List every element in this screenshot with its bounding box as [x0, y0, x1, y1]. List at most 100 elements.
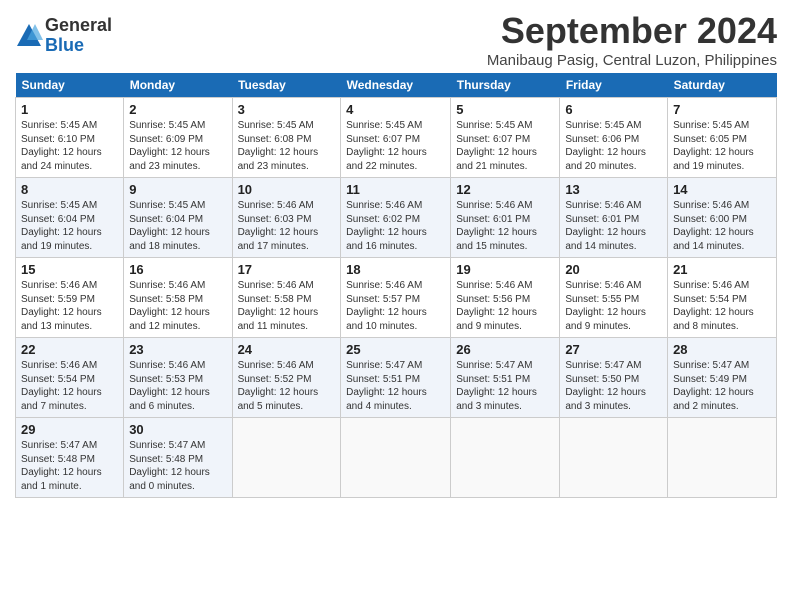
- weekday-header-thursday: Thursday: [451, 73, 560, 98]
- day-number: 5: [456, 102, 554, 117]
- calendar-cell: 14 Sunrise: 5:46 AM Sunset: 6:00 PM Dayli…: [668, 178, 777, 258]
- calendar-cell: 8 Sunrise: 5:45 AM Sunset: 6:04 PM Daylig…: [16, 178, 124, 258]
- day-number: 30: [129, 422, 226, 437]
- calendar-cell: 1 Sunrise: 5:45 AM Sunset: 6:10 PM Daylig…: [16, 98, 124, 178]
- day-info: Sunrise: 5:47 AM Sunset: 5:50 PM Dayligh…: [565, 359, 662, 413]
- weekday-header-saturday: Saturday: [668, 73, 777, 98]
- day-info: Sunrise: 5:46 AM Sunset: 5:59 PM Dayligh…: [21, 279, 118, 333]
- calendar-cell: 12 Sunrise: 5:46 AM Sunset: 6:01 PM Dayli…: [451, 178, 560, 258]
- calendar-cell: 26 Sunrise: 5:47 AM Sunset: 5:51 PM Dayli…: [451, 338, 560, 418]
- calendar-cell: [560, 418, 668, 498]
- day-info: Sunrise: 5:46 AM Sunset: 5:57 PM Dayligh…: [346, 279, 445, 333]
- day-number: 23: [129, 342, 226, 357]
- calendar-cell: 15 Sunrise: 5:46 AM Sunset: 5:59 PM Dayli…: [16, 258, 124, 338]
- calendar-cell: 27 Sunrise: 5:47 AM Sunset: 5:50 PM Dayli…: [560, 338, 668, 418]
- day-info: Sunrise: 5:45 AM Sunset: 6:04 PM Dayligh…: [21, 199, 118, 253]
- calendar-cell: [668, 418, 777, 498]
- calendar-cell: 29Sunrise: 5:47 AM Sunset: 5:48 PM Dayli…: [16, 418, 124, 498]
- day-number: 22: [21, 342, 118, 357]
- calendar-cell: [232, 418, 341, 498]
- calendar-cell: 30 Sunrise: 5:47 AM Sunset: 5:48 PM Dayli…: [124, 418, 232, 498]
- day-info: Sunrise: 5:46 AM Sunset: 5:54 PM Dayligh…: [673, 279, 771, 333]
- day-info: Sunrise: 5:45 AM Sunset: 6:10 PM Dayligh…: [21, 119, 118, 173]
- calendar-cell: 6 Sunrise: 5:45 AM Sunset: 6:06 PM Daylig…: [560, 98, 668, 178]
- day-number: 8: [21, 182, 118, 197]
- weekday-header-row: SundayMondayTuesdayWednesdayThursdayFrid…: [16, 73, 777, 98]
- day-number: 24: [238, 342, 336, 357]
- title-area: September 2024 Manibaug Pasig, Central L…: [487, 10, 777, 69]
- day-info: Sunrise: 5:46 AM Sunset: 5:52 PM Dayligh…: [238, 359, 336, 413]
- day-info: Sunrise: 5:47 AM Sunset: 5:51 PM Dayligh…: [456, 359, 554, 413]
- day-number: 3: [238, 102, 336, 117]
- day-number: 14: [673, 182, 771, 197]
- day-number: 28: [673, 342, 771, 357]
- day-number: 20: [565, 262, 662, 277]
- week-row-3: 15 Sunrise: 5:46 AM Sunset: 5:59 PM Dayli…: [16, 258, 777, 338]
- calendar-cell: 13Sunrise: 5:46 AM Sunset: 6:01 PM Dayli…: [560, 178, 668, 258]
- header: General Blue September 2024 Manibaug Pas…: [15, 10, 777, 69]
- week-row-4: 22 Sunrise: 5:46 AM Sunset: 5:54 PM Dayli…: [16, 338, 777, 418]
- calendar-cell: 10Sunrise: 5:46 AM Sunset: 6:03 PM Dayli…: [232, 178, 341, 258]
- day-info: Sunrise: 5:46 AM Sunset: 5:58 PM Dayligh…: [238, 279, 336, 333]
- calendar-cell: 19Sunrise: 5:46 AM Sunset: 5:56 PM Dayli…: [451, 258, 560, 338]
- week-row-1: 1 Sunrise: 5:45 AM Sunset: 6:10 PM Daylig…: [16, 98, 777, 178]
- day-info: Sunrise: 5:46 AM Sunset: 5:53 PM Dayligh…: [129, 359, 226, 413]
- day-number: 27: [565, 342, 662, 357]
- day-info: Sunrise: 5:46 AM Sunset: 5:56 PM Dayligh…: [456, 279, 554, 333]
- weekday-header-monday: Monday: [124, 73, 232, 98]
- calendar-cell: 23 Sunrise: 5:46 AM Sunset: 5:53 PM Dayli…: [124, 338, 232, 418]
- day-info: Sunrise: 5:45 AM Sunset: 6:06 PM Dayligh…: [565, 119, 662, 173]
- day-number: 2: [129, 102, 226, 117]
- day-number: 26: [456, 342, 554, 357]
- day-number: 15: [21, 262, 118, 277]
- day-number: 12: [456, 182, 554, 197]
- day-number: 13: [565, 182, 662, 197]
- calendar-cell: 24 Sunrise: 5:46 AM Sunset: 5:52 PM Dayli…: [232, 338, 341, 418]
- day-number: 17: [238, 262, 336, 277]
- weekday-header-wednesday: Wednesday: [341, 73, 451, 98]
- day-info: Sunrise: 5:47 AM Sunset: 5:51 PM Dayligh…: [346, 359, 445, 413]
- day-info: Sunrise: 5:45 AM Sunset: 6:04 PM Dayligh…: [129, 199, 226, 253]
- calendar-cell: 5 Sunrise: 5:45 AM Sunset: 6:07 PM Daylig…: [451, 98, 560, 178]
- calendar-cell: 28Sunrise: 5:47 AM Sunset: 5:49 PM Dayli…: [668, 338, 777, 418]
- day-info: Sunrise: 5:46 AM Sunset: 6:00 PM Dayligh…: [673, 199, 771, 253]
- calendar-cell: 7 Sunrise: 5:45 AM Sunset: 6:05 PM Daylig…: [668, 98, 777, 178]
- day-info: Sunrise: 5:45 AM Sunset: 6:07 PM Dayligh…: [456, 119, 554, 173]
- day-number: 10: [238, 182, 336, 197]
- day-number: 9: [129, 182, 226, 197]
- calendar-cell: [451, 418, 560, 498]
- calendar-cell: 3Sunrise: 5:45 AM Sunset: 6:08 PM Daylig…: [232, 98, 341, 178]
- logo: General Blue: [15, 16, 112, 56]
- day-info: Sunrise: 5:45 AM Sunset: 6:07 PM Dayligh…: [346, 119, 445, 173]
- calendar-cell: 16Sunrise: 5:46 AM Sunset: 5:58 PM Dayli…: [124, 258, 232, 338]
- weekday-header-sunday: Sunday: [16, 73, 124, 98]
- logo-icon: [15, 22, 43, 50]
- calendar-cell: 4 Sunrise: 5:45 AM Sunset: 6:07 PM Daylig…: [341, 98, 451, 178]
- day-info: Sunrise: 5:45 AM Sunset: 6:05 PM Dayligh…: [673, 119, 771, 173]
- calendar-cell: 22 Sunrise: 5:46 AM Sunset: 5:54 PM Dayli…: [16, 338, 124, 418]
- calendar-cell: 18 Sunrise: 5:46 AM Sunset: 5:57 PM Dayli…: [341, 258, 451, 338]
- day-number: 7: [673, 102, 771, 117]
- day-number: 6: [565, 102, 662, 117]
- day-info: Sunrise: 5:46 AM Sunset: 5:58 PM Dayligh…: [129, 279, 226, 333]
- week-row-5: 29Sunrise: 5:47 AM Sunset: 5:48 PM Dayli…: [16, 418, 777, 498]
- weekday-header-friday: Friday: [560, 73, 668, 98]
- day-info: Sunrise: 5:46 AM Sunset: 5:54 PM Dayligh…: [21, 359, 118, 413]
- day-info: Sunrise: 5:47 AM Sunset: 5:48 PM Dayligh…: [129, 439, 226, 493]
- day-number: 18: [346, 262, 445, 277]
- day-info: Sunrise: 5:46 AM Sunset: 6:02 PM Dayligh…: [346, 199, 445, 253]
- day-number: 4: [346, 102, 445, 117]
- day-info: Sunrise: 5:47 AM Sunset: 5:48 PM Dayligh…: [21, 439, 118, 493]
- location-title: Manibaug Pasig, Central Luzon, Philippin…: [487, 52, 777, 69]
- day-info: Sunrise: 5:46 AM Sunset: 5:55 PM Dayligh…: [565, 279, 662, 333]
- calendar-table: SundayMondayTuesdayWednesdayThursdayFrid…: [15, 73, 777, 498]
- month-title: September 2024: [487, 10, 777, 52]
- day-number: 21: [673, 262, 771, 277]
- calendar-cell: 21 Sunrise: 5:46 AM Sunset: 5:54 PM Dayli…: [668, 258, 777, 338]
- calendar-cell: 17 Sunrise: 5:46 AM Sunset: 5:58 PM Dayli…: [232, 258, 341, 338]
- day-number: 1: [21, 102, 118, 117]
- calendar-cell: 11Sunrise: 5:46 AM Sunset: 6:02 PM Dayli…: [341, 178, 451, 258]
- day-info: Sunrise: 5:46 AM Sunset: 6:01 PM Dayligh…: [456, 199, 554, 253]
- calendar-cell: 25Sunrise: 5:47 AM Sunset: 5:51 PM Dayli…: [341, 338, 451, 418]
- logo-text: General Blue: [45, 16, 112, 56]
